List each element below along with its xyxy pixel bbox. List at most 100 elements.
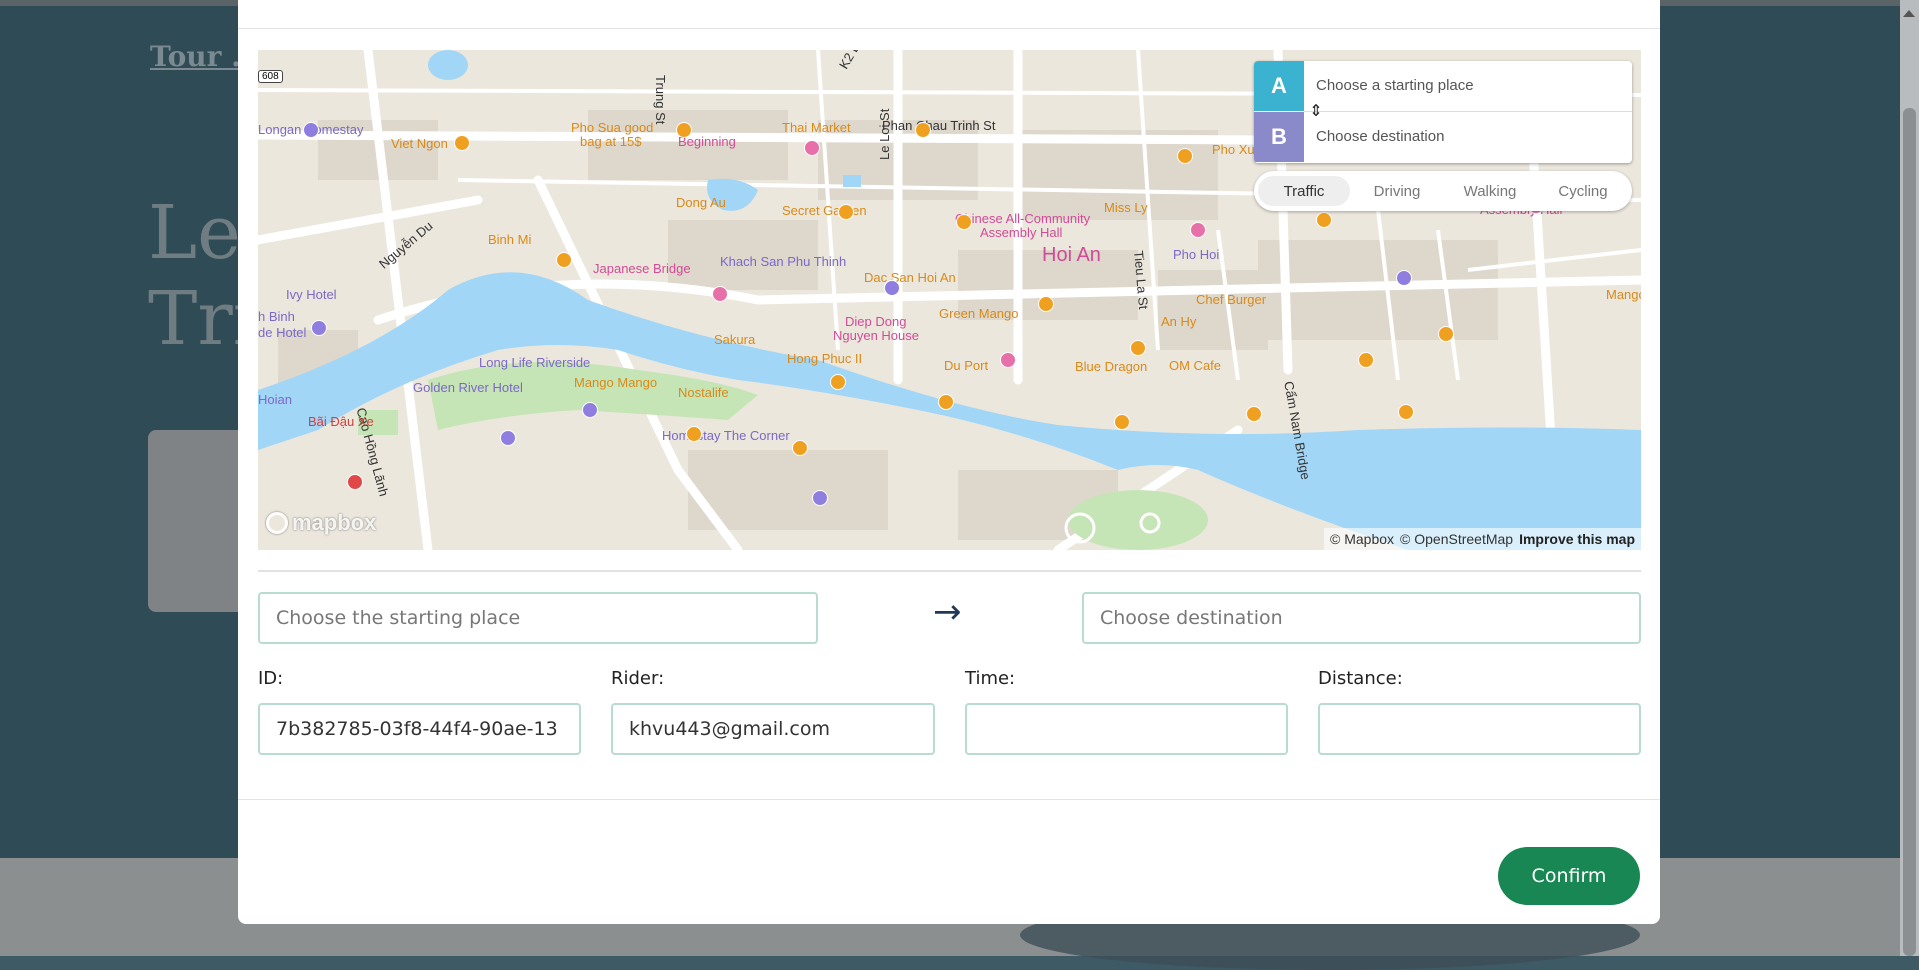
map-place-label: Nostalife [678, 385, 729, 400]
map-place-label: Pho Sua good [571, 120, 654, 135]
map-place-label: Mango Mango [574, 375, 658, 390]
time-field[interactable] [965, 703, 1288, 755]
booking-modal: 608 Longan Homestay Viet Ngon Pho Sua good… [238, 0, 1660, 924]
landmark-icon[interactable] [712, 286, 728, 302]
map-place-label: bag at 15$ [580, 134, 642, 149]
restaurant-icon[interactable] [838, 204, 854, 220]
arrow-right-icon: → [933, 592, 962, 632]
restaurant-icon[interactable] [792, 440, 808, 456]
hotel-icon[interactable] [582, 402, 598, 418]
map-place-label: Le Loi St [877, 108, 892, 160]
map-place-label: Ivy Hotel [286, 287, 337, 302]
distance-field[interactable] [1318, 703, 1641, 755]
map-place-label: Chef Burger [1196, 292, 1267, 307]
map-place-label: Pho Hoi [1173, 247, 1220, 262]
osm-attribution-link[interactable]: © OpenStreetMap [1400, 531, 1513, 547]
restaurant-icon[interactable] [454, 135, 470, 151]
rider-label: Rider: [611, 668, 665, 689]
mapbox-attribution-link[interactable]: © Mapbox [1330, 531, 1394, 547]
rider-field[interactable] [611, 703, 935, 755]
map-place-label: Khach San Phu Thinh [720, 254, 847, 269]
restaurant-icon[interactable] [686, 426, 702, 442]
profile-traffic[interactable]: Traffic [1258, 176, 1350, 206]
hotel-icon[interactable] [303, 122, 319, 138]
scrollbar-thumb[interactable] [1903, 108, 1916, 956]
hotel-icon[interactable] [812, 490, 828, 506]
restaurant-icon[interactable] [1398, 404, 1414, 420]
map-place-label: Mango [1606, 287, 1641, 302]
map-place-label: Du Port [944, 358, 989, 373]
map-place-label: An Hy [1161, 314, 1197, 329]
map-place-label: Long Life Riverside [479, 355, 591, 370]
map-place-label: Japanese Bridge [593, 261, 691, 276]
routing-profile-selector: Traffic Driving Walking Cycling [1254, 171, 1632, 211]
id-label: ID: [258, 668, 284, 689]
time-label: Time: [965, 668, 1016, 689]
mapbox-logo-icon [266, 512, 288, 534]
restaurant-icon[interactable] [676, 122, 692, 138]
map-place-label: Binh Mi [488, 232, 532, 247]
restaurant-icon[interactable] [938, 394, 954, 410]
map-place-label: Hoian [258, 392, 292, 407]
start-place-input[interactable] [258, 592, 818, 644]
landmark-icon[interactable] [804, 140, 820, 156]
restaurant-icon[interactable] [956, 214, 972, 230]
restaurant-icon[interactable] [1246, 406, 1262, 422]
map-place-label: Thai Market [782, 120, 851, 135]
restaurant-icon[interactable] [1038, 296, 1054, 312]
restaurant-icon[interactable] [1438, 326, 1454, 342]
restaurant-icon[interactable] [1358, 352, 1374, 368]
origin-marker-a: A [1254, 61, 1304, 111]
map-place-label: Sakura [714, 332, 756, 347]
profile-walking[interactable]: Walking [1444, 176, 1536, 206]
restaurant-icon[interactable] [1130, 340, 1146, 356]
destination-marker-b: B [1254, 112, 1304, 162]
scroll-up-icon[interactable] [1903, 10, 1915, 17]
map-place-label: Diep Dong [845, 314, 907, 329]
origin-input[interactable]: Choose a starting place [1316, 77, 1474, 94]
landmark-icon[interactable] [1000, 352, 1016, 368]
restaurant-icon[interactable] [556, 252, 572, 268]
restaurant-icon[interactable] [1316, 212, 1332, 228]
parking-icon[interactable] [347, 474, 363, 490]
map-place-label: Dac San Hoi An [864, 270, 956, 285]
restaurant-icon[interactable] [1177, 148, 1193, 164]
modal-footer-divider [238, 799, 1660, 800]
map-place-label: Homestay The Corner [662, 428, 790, 443]
map-place-label: Hong Phuc II [787, 351, 863, 366]
map-attribution: © Mapbox © OpenStreetMap Improve this ma… [1324, 528, 1641, 550]
map-place-label: Nguyen House [833, 328, 919, 343]
profile-cycling[interactable]: Cycling [1537, 176, 1629, 206]
restaurant-icon[interactable] [915, 122, 931, 138]
hotel-icon[interactable] [311, 320, 327, 336]
map-place-label: Bãi Đậu Xe [308, 414, 374, 429]
hotel-icon[interactable] [1396, 270, 1412, 286]
id-field[interactable] [258, 703, 581, 755]
hotel-icon[interactable] [500, 430, 516, 446]
map-place-label: Dong Au [676, 195, 726, 210]
confirm-button[interactable]: Confirm [1498, 847, 1640, 905]
hotel-icon[interactable] [884, 280, 900, 296]
map-place-label: OM Cafe [1169, 358, 1222, 373]
map-place-label: Trung St [653, 75, 668, 125]
background-nav-link[interactable]: Tour . [150, 40, 241, 73]
distance-label: Distance: [1318, 668, 1403, 689]
map-place-label: de Hotel [258, 325, 307, 340]
map-place-label: Phan Chau Trinh St [882, 118, 996, 133]
improve-map-link[interactable]: Improve this map [1519, 531, 1635, 547]
map-place-label: Miss Ly [1104, 200, 1148, 215]
modal-header-divider [238, 28, 1660, 29]
map-place-label: Green Mango [939, 306, 1019, 321]
restaurant-icon[interactable] [830, 374, 846, 390]
landmark-icon[interactable] [1190, 222, 1206, 238]
profile-driving[interactable]: Driving [1351, 176, 1443, 206]
map-place-label: h Binh [258, 309, 295, 324]
route-map[interactable]: 608 Longan Homestay Viet Ngon Pho Sua good… [258, 50, 1641, 550]
destination-input[interactable]: Choose destination [1316, 128, 1444, 145]
destination-row[interactable]: B Choose destination [1254, 112, 1632, 162]
destination-place-input[interactable] [1082, 592, 1641, 644]
mapbox-logo[interactable]: mapbox [266, 510, 376, 536]
map-place-label: Golden River Hotel [413, 380, 523, 395]
map-place-label: Chinese All-Community [955, 211, 1091, 226]
restaurant-icon[interactable] [1114, 414, 1130, 430]
